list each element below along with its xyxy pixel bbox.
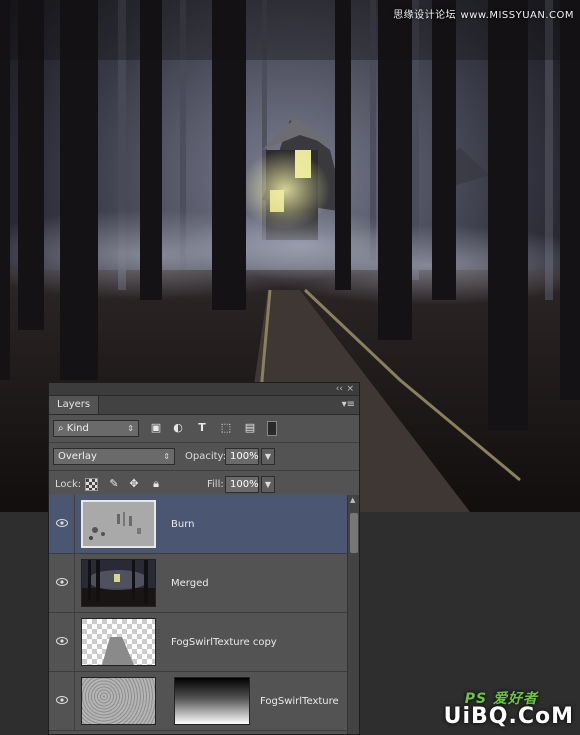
- eye-icon: [56, 519, 68, 527]
- close-panel-button[interactable]: ×: [346, 383, 354, 395]
- fill-label: Fill:: [207, 479, 224, 490]
- blend-mode-select[interactable]: Overlay ⇕: [53, 448, 175, 465]
- panel-menu-icon[interactable]: ▾≡: [342, 399, 355, 411]
- layer-thumbnail: [81, 618, 156, 666]
- scroll-up-arrow-icon[interactable]: ▲: [350, 496, 355, 504]
- layer-name[interactable]: FogSwirlTexture copy: [171, 637, 277, 649]
- panel-tab-row: Layers ▾≡: [49, 396, 359, 415]
- layers-list: Burn Merged FogSwirlTexture copy FogSwir…: [49, 495, 347, 734]
- top-watermark: 思缘设计论坛 www.MISSYUAN.COM: [393, 6, 574, 21]
- smart-object-filter-icon[interactable]: ▤: [243, 421, 257, 435]
- shape-filter-icon[interactable]: ⬚: [219, 421, 233, 435]
- layer-mask-thumbnail[interactable]: [174, 677, 250, 725]
- visibility-toggle[interactable]: [49, 672, 75, 730]
- up-down-arrows-icon: ⇕: [127, 424, 134, 433]
- lock-label: Lock:: [55, 479, 82, 490]
- fill-dropdown-button[interactable]: ▼: [261, 476, 275, 493]
- image-filter-icon[interactable]: ▣: [149, 421, 163, 435]
- bottom-watermark: PS 爱好者 UiBQ.CoM: [444, 691, 574, 729]
- layer-name[interactable]: Burn: [171, 519, 194, 531]
- eye-icon: [56, 637, 68, 645]
- visibility-toggle[interactable]: [49, 554, 75, 612]
- lock-paint-icon[interactable]: ✎: [107, 477, 121, 491]
- layer-row-fogswirltexture-copy[interactable]: FogSwirlTexture copy: [49, 613, 347, 672]
- watermark-text: 思缘设计论坛: [393, 10, 457, 21]
- filter-kind-label: Kind: [66, 423, 89, 434]
- watermark-url: www.MISSYUAN.COM: [460, 10, 574, 21]
- search-icon: ⌕: [58, 423, 64, 434]
- opacity-label: Opacity:: [185, 451, 227, 462]
- visibility-toggle[interactable]: [49, 495, 75, 553]
- layers-panel: ‹‹ × Layers ▾≡ ⌕ Kind ⇕ ▣ ◐ T ⬚ ▤ Overla…: [48, 382, 360, 735]
- filter-kind-select[interactable]: ⌕ Kind ⇕: [53, 420, 139, 437]
- type-filter-icon[interactable]: T: [195, 421, 209, 435]
- fog-copy-thumbnail-shape: [102, 637, 134, 665]
- scrollbar-thumb[interactable]: [350, 513, 358, 553]
- adjustment-filter-icon[interactable]: ◐: [171, 421, 185, 435]
- fill-input[interactable]: 100%: [225, 476, 259, 493]
- filter-toggle-icon[interactable]: [267, 421, 277, 436]
- panel-titlebar: ‹‹ ×: [49, 383, 359, 396]
- layer-row-fogswirltexture[interactable]: ⛓︎ FogSwirlTexture: [49, 672, 347, 731]
- eye-icon: [56, 578, 68, 586]
- layer-name[interactable]: FogSwirlTexture: [260, 696, 339, 708]
- watermark-brand: PS 爱好者: [464, 691, 538, 707]
- eye-icon: [56, 696, 68, 704]
- visibility-toggle[interactable]: [49, 613, 75, 671]
- lock-all-icon[interactable]: 🔒︎: [149, 477, 163, 491]
- blend-row: Overlay ⇕ Opacity: 100% ▼: [49, 443, 359, 471]
- layer-thumbnail: [81, 500, 156, 548]
- layer-filter-row: ⌕ Kind ⇕ ▣ ◐ T ⬚ ▤: [49, 415, 359, 443]
- collapse-panel-button[interactable]: ‹‹: [336, 383, 343, 395]
- merged-thumbnail-image: [82, 560, 155, 606]
- lock-position-icon[interactable]: ✥: [127, 477, 141, 491]
- layer-name[interactable]: Merged: [171, 578, 209, 590]
- layers-scrollbar[interactable]: ▲: [347, 495, 359, 734]
- blend-mode-value: Overlay: [58, 451, 97, 462]
- up-down-arrows-icon: ⇕: [163, 452, 170, 461]
- burn-thumbnail-strokes: [89, 512, 141, 540]
- tab-layers[interactable]: Layers: [49, 396, 100, 414]
- layer-thumbnail: [81, 559, 156, 607]
- layer-row-burn[interactable]: Burn: [49, 495, 347, 554]
- layer-thumbnail: [81, 677, 156, 725]
- lock-transparent-icon[interactable]: [85, 478, 98, 491]
- opacity-input[interactable]: 100%: [225, 448, 259, 465]
- layer-row-merged[interactable]: Merged: [49, 554, 347, 613]
- opacity-dropdown-button[interactable]: ▼: [261, 448, 275, 465]
